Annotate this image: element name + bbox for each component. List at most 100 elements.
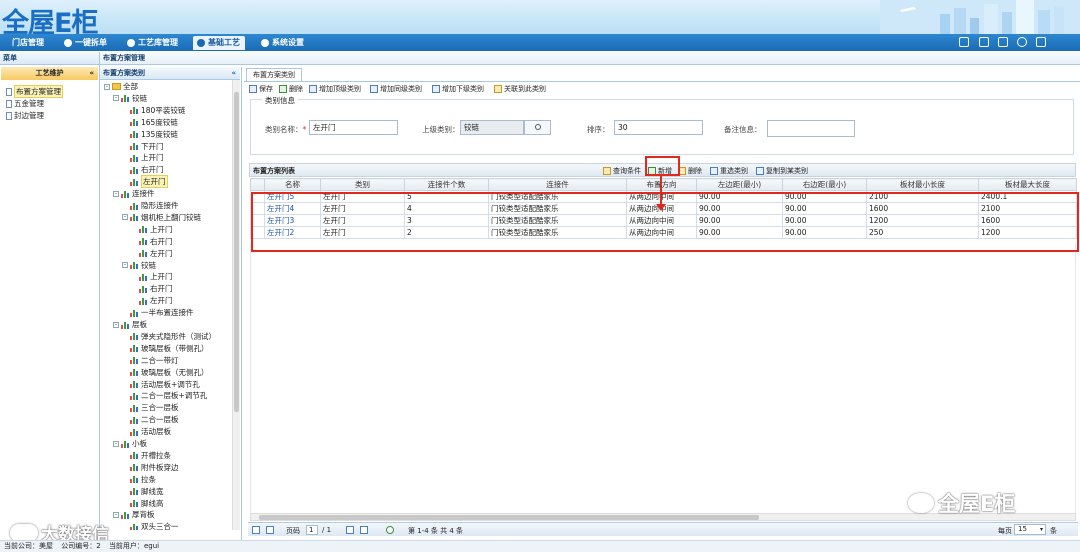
tab-store-management[interactable]: 门店管理 bbox=[8, 36, 49, 50]
tree-node-label: 三合一层板 bbox=[141, 403, 179, 413]
logout-icon[interactable] bbox=[1036, 37, 1046, 47]
remark-field[interactable] bbox=[767, 120, 855, 137]
tab-process-library[interactable]: 工艺库管理 bbox=[123, 36, 183, 50]
grid-title: 布置方案列表 bbox=[253, 167, 295, 175]
tree-node[interactable]: - 全部 bbox=[104, 81, 138, 92]
tree-node[interactable]: 上开门 bbox=[131, 224, 173, 235]
tree-node[interactable]: 三合一层板 bbox=[122, 402, 179, 413]
tree-node[interactable]: 180平装铰链 bbox=[122, 105, 185, 116]
link-to-category-button[interactable]: 关联到此类别 bbox=[494, 84, 546, 94]
scrollbar-thumb[interactable] bbox=[234, 92, 239, 412]
tree-node[interactable]: 玻璃层板（带侧孔） bbox=[122, 343, 209, 354]
tree-node[interactable]: 双头三合一 bbox=[122, 521, 179, 530]
tree-node[interactable]: - 小板 bbox=[113, 438, 147, 449]
user-icon[interactable] bbox=[998, 37, 1008, 47]
home-icon[interactable] bbox=[959, 37, 969, 47]
calendar-icon[interactable] bbox=[979, 37, 989, 47]
add-child-category-button[interactable]: 增加下级类别 bbox=[432, 84, 484, 94]
tree-node[interactable]: 活动层板+调节孔 bbox=[122, 379, 200, 390]
menu-section-header[interactable]: 工艺维护 « bbox=[1, 67, 98, 80]
tree-node[interactable]: 右开门 bbox=[122, 164, 164, 175]
column-header[interactable]: 左边距(最小) bbox=[696, 178, 783, 191]
tree-node[interactable]: - 铰链 bbox=[113, 93, 147, 104]
tree-toggle-icon[interactable]: - bbox=[122, 214, 128, 221]
tab-system-settings[interactable]: 系统设置 bbox=[257, 36, 309, 50]
tree-toggle-icon[interactable]: - bbox=[113, 440, 119, 447]
tree-toggle-icon[interactable]: - bbox=[113, 511, 119, 518]
save-button[interactable]: 保存 bbox=[249, 84, 273, 94]
tree-node[interactable]: 脚线高 bbox=[122, 498, 164, 509]
column-header[interactable]: 连接件 bbox=[488, 178, 627, 191]
tree-node[interactable]: 拉条 bbox=[122, 474, 156, 485]
menu-item-edging[interactable]: 封边管理 bbox=[6, 110, 44, 121]
tree-node[interactable]: 玻璃层板（无侧孔） bbox=[122, 367, 209, 378]
tree-toggle-icon[interactable]: - bbox=[113, 321, 119, 328]
per-page-select[interactable]: 15 ▾ bbox=[1014, 524, 1046, 535]
tree-node[interactable]: 左开门 bbox=[131, 248, 173, 259]
tree-toggle-icon[interactable]: - bbox=[113, 190, 119, 197]
settings-icon[interactable] bbox=[1017, 37, 1027, 47]
tree-node[interactable]: 开槽拉条 bbox=[122, 450, 171, 461]
page-number-input[interactable]: 1 bbox=[306, 525, 318, 535]
copy-to-category-button[interactable]: 复制到某类别 bbox=[756, 166, 808, 176]
add-sibling-category-button[interactable]: 增加同级类别 bbox=[370, 84, 422, 94]
parent-category-picker-button[interactable] bbox=[524, 120, 551, 135]
tree-node[interactable]: 下开门 bbox=[122, 141, 164, 152]
column-header[interactable]: 右边距(最小) bbox=[782, 178, 867, 191]
tree-node[interactable]: - 层板 bbox=[113, 319, 147, 330]
tree-node[interactable]: 右开门 bbox=[131, 283, 173, 294]
query-conditions-button[interactable]: 查询条件 bbox=[603, 166, 641, 176]
tree-node[interactable]: 左开门 bbox=[131, 295, 173, 306]
tree-node[interactable]: 附件板穿边 bbox=[122, 462, 179, 473]
tree-toggle-icon[interactable]: - bbox=[104, 83, 110, 90]
refresh-icon[interactable] bbox=[386, 526, 394, 534]
column-header[interactable]: 板材最大长度 bbox=[978, 178, 1077, 191]
tree-node[interactable]: 上开门 bbox=[131, 271, 173, 282]
tree-node[interactable]: 脚线宽 bbox=[122, 486, 164, 497]
column-header[interactable]: 名称 bbox=[264, 178, 321, 191]
last-page-icon[interactable] bbox=[360, 526, 368, 534]
tree-node[interactable]: - 烟机柜上翻门铰链 bbox=[122, 212, 201, 223]
tree-toggle-icon[interactable]: - bbox=[113, 95, 119, 102]
column-header[interactable]: 连接件个数 bbox=[404, 178, 489, 191]
add-top-category-button[interactable]: 增加顶级类别 bbox=[309, 84, 361, 94]
scrollbar-thumb[interactable] bbox=[259, 515, 759, 520]
tree-scrollbar[interactable] bbox=[232, 80, 240, 530]
tab-one-click-split[interactable]: 一键拆单 bbox=[60, 36, 112, 50]
tree-node[interactable]: 135度铰链 bbox=[122, 129, 178, 140]
tree-toggle-icon[interactable]: - bbox=[122, 262, 128, 268]
category-icon bbox=[121, 440, 130, 448]
column-header[interactable]: 板材最小长度 bbox=[866, 178, 979, 191]
sort-field[interactable]: 30 bbox=[614, 120, 703, 135]
tree-node[interactable]: 弹夹式隐形件（测试） bbox=[122, 331, 216, 342]
tree-node[interactable]: - 铰链 bbox=[122, 260, 156, 271]
collapse-icon[interactable]: « bbox=[231, 67, 236, 80]
tree-node[interactable]: 隐形连接件 bbox=[122, 200, 179, 211]
collapse-icon[interactable]: « bbox=[89, 67, 94, 80]
grid-delete-button[interactable]: 删除 bbox=[678, 166, 702, 176]
reselect-category-button[interactable]: 重选类别 bbox=[710, 166, 748, 176]
delete-button[interactable]: 删除 bbox=[279, 84, 303, 94]
menu-item-layout[interactable]: 布置方案管理 bbox=[6, 85, 63, 98]
category-name-field[interactable]: 左开门 bbox=[309, 120, 398, 135]
tree-node[interactable]: - 厚背板 bbox=[113, 509, 155, 520]
first-page-icon[interactable] bbox=[252, 526, 260, 534]
next-page-icon[interactable] bbox=[346, 526, 354, 534]
category-icon bbox=[130, 344, 139, 353]
tree-node[interactable]: 165度铰链 bbox=[122, 117, 178, 128]
column-header[interactable]: 类别 bbox=[320, 178, 405, 191]
select-all-checkbox[interactable] bbox=[250, 178, 265, 191]
prev-page-icon[interactable] bbox=[266, 526, 274, 534]
main-tab[interactable]: 布置方案类别 bbox=[246, 68, 302, 81]
tree-node[interactable]: 二合一层板+调节孔 bbox=[122, 390, 207, 401]
tree-node[interactable]: 左开门 bbox=[122, 175, 168, 189]
tree-node[interactable]: 右开门 bbox=[131, 236, 173, 247]
tree-node[interactable]: 上开门 bbox=[122, 152, 164, 163]
tree-node[interactable]: 一半布置连接件 bbox=[122, 307, 194, 318]
tree-node[interactable]: 二合一带灯 bbox=[122, 355, 179, 366]
menu-item-hardware[interactable]: 五金管理 bbox=[6, 98, 44, 109]
tree-node[interactable]: 二合一层板 bbox=[122, 414, 179, 425]
tree-node[interactable]: 活动层板 bbox=[122, 426, 171, 437]
tab-basic-process[interactable]: 基础工艺 bbox=[193, 36, 245, 50]
tree-node[interactable]: - 连接件 bbox=[113, 188, 155, 199]
